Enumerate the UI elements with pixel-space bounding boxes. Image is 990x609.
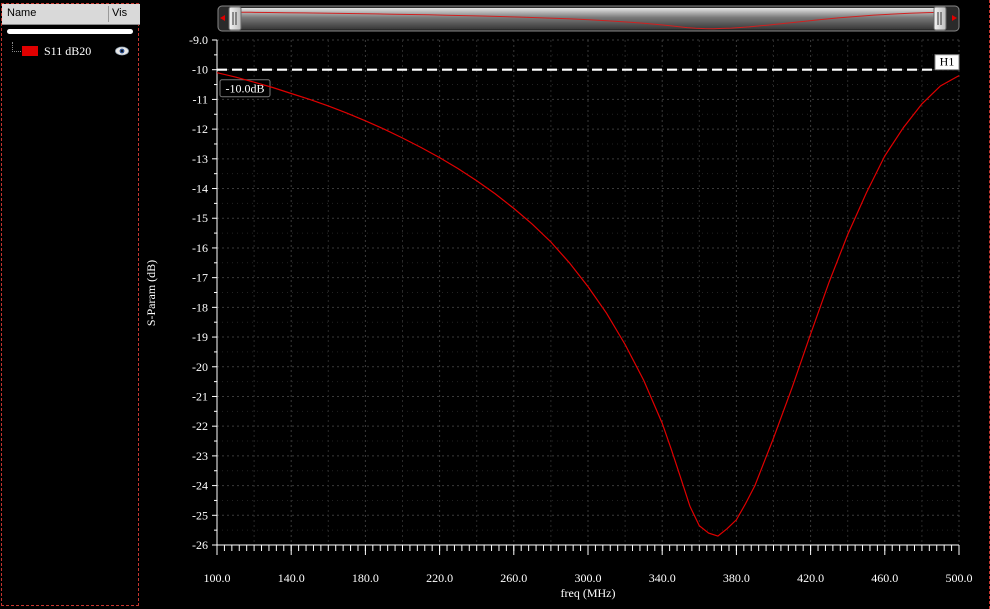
x-tick-label: 220.0 xyxy=(426,571,453,585)
x-tick-label: 500.0 xyxy=(946,571,973,585)
x-tick-label: 260.0 xyxy=(500,571,527,585)
x-tick-label: 300.0 xyxy=(575,571,602,585)
x-tick-labels: 100.0 140.0 180.0 220.0 260.0 300.0 340.0 380.0… xyxy=(204,571,973,585)
y-axis-title: S-Param (dB) xyxy=(144,260,158,326)
y-tick-labels: -9.0 -10 -11 -12 -13 -14 -15 -16 -17 -18 -19 -20 -21… xyxy=(189,33,208,552)
y-tick-label: -15 xyxy=(192,211,208,225)
name-column-header[interactable]: Name xyxy=(7,7,36,19)
y-tick-label: -11 xyxy=(192,92,208,106)
y-tick-label: -22 xyxy=(192,419,208,433)
x-tick-label: 100.0 xyxy=(204,571,231,585)
tree-connector xyxy=(12,42,21,52)
overview-slider[interactable] xyxy=(217,5,960,32)
trace-list-panel: Name Vis S11 dB20 xyxy=(1,3,140,606)
x-tick-label: 420.0 xyxy=(797,571,824,585)
y-tick-label: -17 xyxy=(192,271,208,285)
y-tick-label: -13 xyxy=(192,152,208,166)
y-tick-label: -16 xyxy=(192,241,208,255)
x-tick-label: 340.0 xyxy=(649,571,676,585)
x-tick-label: 140.0 xyxy=(278,571,305,585)
x-tick-label: 380.0 xyxy=(723,571,750,585)
trace-color-swatch xyxy=(22,46,38,56)
y-tick-label: -14 xyxy=(192,182,208,196)
y-tick-label: -9.0 xyxy=(189,33,208,47)
y-tick-label: -21 xyxy=(192,389,208,403)
column-divider[interactable] xyxy=(108,6,109,22)
y-tick-label: -25 xyxy=(192,508,208,522)
y-tick-label: -20 xyxy=(192,360,208,374)
y-tick-label: -24 xyxy=(192,479,208,493)
marker-tag-label[interactable]: H1 xyxy=(940,55,955,69)
overview-right-handle[interactable] xyxy=(933,6,947,31)
y-tick-label: -10 xyxy=(192,63,208,77)
overview-window[interactable] xyxy=(231,8,946,29)
eye-icon[interactable] xyxy=(115,46,129,56)
x-tick-label: 460.0 xyxy=(871,571,898,585)
trace-list-header: Name Vis xyxy=(2,4,140,25)
y-tick-label: -23 xyxy=(192,449,208,463)
y-tick-label: -12 xyxy=(192,122,208,136)
trace-label: S11 dB20 xyxy=(44,44,92,58)
y-tick-label: -26 xyxy=(192,538,208,552)
y-tick-label: -19 xyxy=(192,330,208,344)
vis-column-header[interactable]: Vis xyxy=(112,7,127,19)
y-tick-label: -18 xyxy=(192,300,208,314)
x-axis-title: freq (MHz) xyxy=(561,586,616,600)
trace-row-s11[interactable]: S11 dB20 xyxy=(2,42,138,62)
graph-area: -9.0 -10 -11 -12 -13 -14 -15 -16 -17 -18 -19 -20 -21… xyxy=(141,0,990,609)
x-tick-label: 180.0 xyxy=(352,571,379,585)
s-param-chart: -9.0 -10 -11 -12 -13 -14 -15 -16 -17 -18 -19 -20 -21… xyxy=(144,5,973,600)
overview-left-handle[interactable] xyxy=(228,6,242,31)
trace-filter-field[interactable] xyxy=(7,29,133,34)
